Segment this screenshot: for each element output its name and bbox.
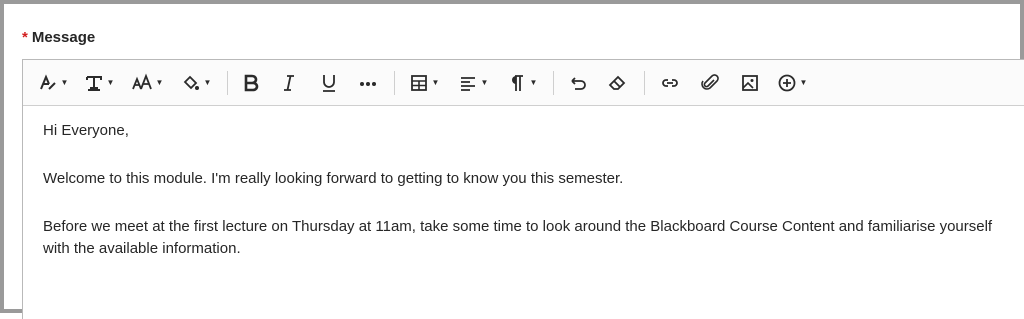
undo-icon (571, 76, 586, 90)
italic-icon (284, 74, 294, 91)
editor-content[interactable]: Hi Everyone, Welcome to this module. I'm… (23, 106, 1024, 260)
table-icon (410, 74, 427, 91)
insert-link-button[interactable] (653, 68, 687, 98)
message-label: * Message (22, 29, 95, 46)
font-size-button[interactable]: ▼ (125, 68, 169, 98)
eraser-icon (608, 75, 626, 90)
toolbar-separator (644, 70, 645, 95)
add-content-button[interactable]: ▼ (773, 68, 811, 98)
chevron-down-icon: ▼ (431, 78, 440, 87)
italic-button[interactable] (272, 68, 306, 98)
chevron-down-icon: ▼ (203, 78, 212, 87)
undo-button[interactable] (562, 68, 594, 98)
chevron-down-icon: ▼ (480, 78, 489, 87)
text-format-button[interactable]: ▼ (79, 68, 119, 98)
chevron-down-icon: ▼ (60, 78, 69, 87)
text-color-icon (183, 75, 199, 90)
text-style-button[interactable]: ▼ (33, 68, 73, 98)
text-format-icon (85, 75, 102, 91)
clear-formatting-button[interactable] (600, 68, 634, 98)
message-paragraph: Welcome to this module. I'm really looki… (43, 170, 624, 187)
message-paragraph: Before we meet at the first lecture on T… (43, 218, 993, 257)
more-icon (360, 81, 376, 86)
more-formatting-button[interactable] (352, 68, 384, 98)
paragraph-button[interactable]: ▼ (501, 68, 543, 98)
text-color-button[interactable]: ▼ (175, 68, 217, 98)
text-style-icon (39, 73, 56, 90)
toolbar-separator (227, 70, 228, 95)
paragraph-icon (511, 74, 523, 91)
rich-text-editor: ▼ ▼ ▼ ▼ ▼ ▼ ▼ ▼ Hi Everyone, Welcome to … (22, 59, 1024, 319)
bold-icon (244, 74, 259, 91)
insert-image-button[interactable] (733, 68, 767, 98)
toolbar-separator (394, 70, 395, 95)
underline-button[interactable] (312, 68, 346, 98)
chevron-down-icon: ▼ (799, 78, 808, 87)
editor-toolbar: ▼ ▼ ▼ ▼ ▼ ▼ ▼ ▼ (23, 60, 1024, 106)
bold-button[interactable] (236, 68, 266, 98)
chevron-down-icon: ▼ (529, 78, 538, 87)
image-icon (742, 74, 758, 91)
required-marker: * (22, 29, 28, 46)
font-size-icon (131, 72, 152, 89)
link-icon (662, 78, 678, 87)
chevron-down-icon: ▼ (155, 78, 164, 87)
attach-file-button[interactable] (693, 68, 727, 98)
attach-icon (701, 73, 719, 90)
underline-icon (323, 74, 335, 92)
field-label-text: Message (31, 29, 96, 46)
align-icon (460, 76, 475, 91)
message-paragraph: Hi Everyone, (43, 122, 129, 139)
add-content-icon (778, 74, 795, 91)
chevron-down-icon: ▼ (106, 78, 115, 87)
toolbar-separator (553, 70, 554, 95)
align-button[interactable]: ▼ (451, 68, 495, 98)
table-button[interactable]: ▼ (403, 68, 445, 98)
